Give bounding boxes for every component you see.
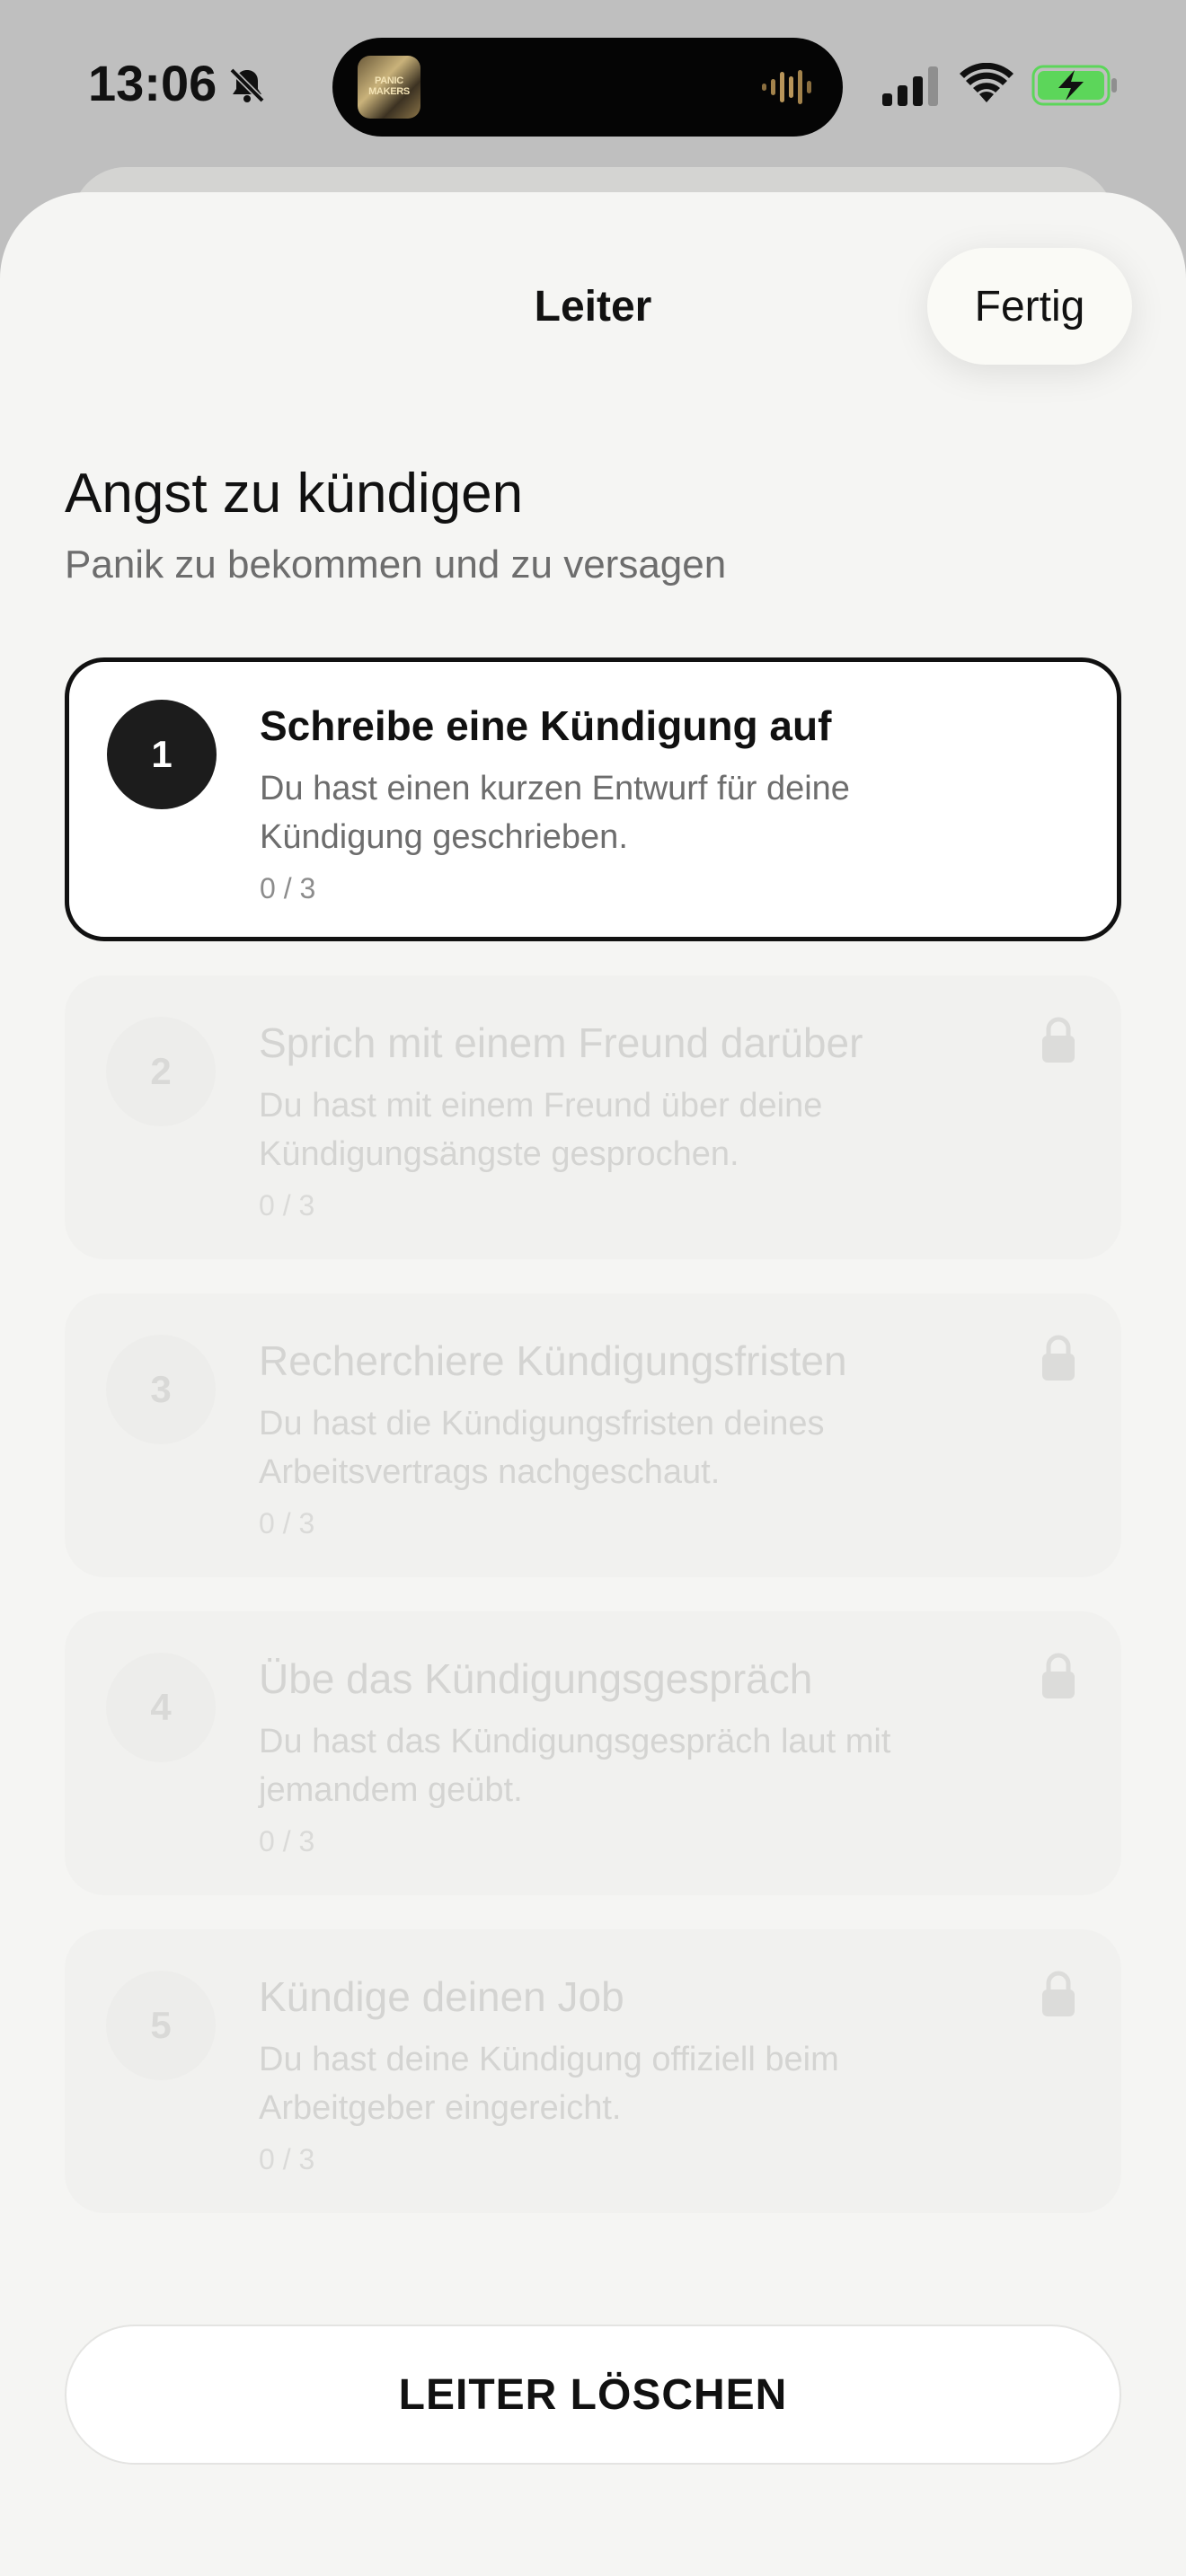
artwork-text: PANIC MAKERS: [368, 75, 410, 97]
step-card-4[interactable]: 4 Übe das Kündigungsgespräch Du hast das…: [65, 1611, 1121, 1895]
step-progress: 0 / 3: [259, 2143, 315, 2175]
status-bar: 13:06 PANIC MAKERS: [0, 0, 1186, 171]
done-button[interactable]: Fertig: [927, 248, 1132, 365]
step-description: Du hast die Kündigungsfristen deines Arb…: [259, 1405, 825, 1491]
step-card-2[interactable]: 2 Sprich mit einem Freund darüber Du has…: [65, 975, 1121, 1259]
step-number-badge: 3: [106, 1335, 216, 1444]
step-title: Recherchiere Kündigungsfristen: [259, 1337, 847, 1384]
step-description: Du hast das Kündigungsgespräch laut mit …: [259, 1723, 891, 1809]
lock-icon: [1042, 1335, 1075, 1381]
step-card-5[interactable]: 5 Kündige deinen Job Du hast deine Kündi…: [65, 1929, 1121, 2213]
dynamic-island[interactable]: PANIC MAKERS: [332, 38, 843, 137]
lock-icon: [1042, 1653, 1075, 1698]
step-progress: 0 / 3: [259, 1507, 315, 1539]
step-title: Kündige deinen Job: [259, 1973, 624, 2020]
status-time: 13:06: [88, 55, 217, 111]
step-number-badge: 1: [107, 700, 217, 809]
step-progress: 0 / 3: [259, 1825, 315, 1857]
step-title: Schreibe eine Kündigung auf: [260, 702, 832, 749]
step-description: Du hast mit einem Freund über deine Künd…: [259, 1087, 823, 1173]
ladder-sheet: Leiter Fertig Angst zu kündigen Panik zu…: [0, 192, 1186, 2576]
battery-charging-icon: [1031, 65, 1117, 106]
step-number-badge: 2: [106, 1017, 216, 1126]
step-description: Du hast einen kurzen Entwurf für deine K…: [260, 770, 850, 856]
bell-slash-icon: [229, 67, 265, 103]
lock-icon: [1042, 1971, 1075, 2016]
fear-heading: Angst zu kündigen: [65, 463, 524, 525]
fear-subheading: Panik zu bekommen und zu versagen: [65, 543, 727, 587]
step-description: Du hast deine Kündigung offiziell beim A…: [259, 2041, 839, 2127]
step-number-badge: 4: [106, 1653, 216, 1762]
audio-waveform-icon: [762, 70, 811, 104]
step-number-badge: 5: [106, 1971, 216, 2080]
step-card-1[interactable]: 1 Schreibe eine Kündigung auf Du hast ei…: [65, 657, 1121, 941]
step-title: Sprich mit einem Freund darüber: [259, 1019, 863, 1066]
step-title: Übe das Kündigungsgespräch: [259, 1655, 813, 1702]
wifi-icon: [960, 63, 1013, 102]
delete-ladder-button[interactable]: LEITER LÖSCHEN: [65, 2325, 1121, 2465]
step-progress: 0 / 3: [260, 872, 316, 904]
signal-icon: [882, 66, 938, 106]
lock-icon: [1042, 1017, 1075, 1063]
step-progress: 0 / 3: [259, 1189, 315, 1222]
step-card-3[interactable]: 3 Recherchiere Kündigungsfristen Du hast…: [65, 1293, 1121, 1577]
now-playing-artwork: PANIC MAKERS: [358, 56, 420, 119]
